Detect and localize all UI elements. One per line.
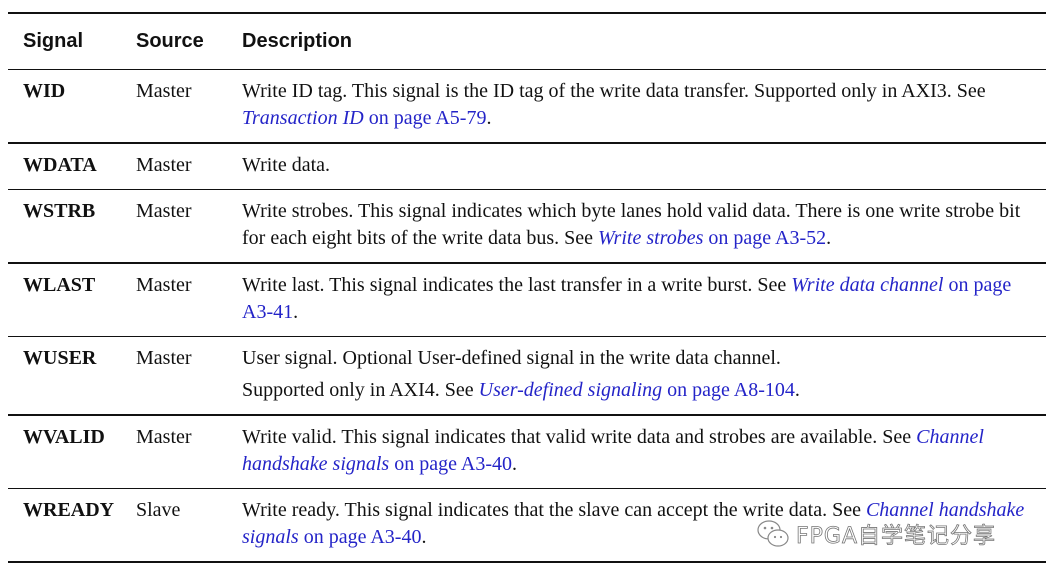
- description-text: Write ID tag. This signal is the ID tag …: [242, 80, 986, 102]
- signal-name: WID: [23, 80, 66, 102]
- description-text: User signal. Optional User-defined signa…: [242, 347, 781, 369]
- table-row: WSTRB Master Write strobes. This signal …: [8, 190, 1046, 262]
- description-text: Write valid. This signal indicates that …: [242, 425, 917, 448]
- cross-reference-link[interactable]: Write strobes on page A3-52: [598, 227, 826, 249]
- description-text: Write last. This signal indicates the la…: [242, 273, 792, 296]
- description-text: .: [421, 526, 427, 548]
- signal-source: Master: [136, 425, 192, 448]
- description-text: .: [293, 300, 299, 323]
- table-row: WLAST Master Write last. This signal ind…: [8, 264, 1046, 336]
- signal-name: WDATA: [23, 153, 97, 176]
- signal-description: Write strobes. This signal indicates whi…: [242, 190, 1046, 262]
- cross-reference-link[interactable]: User-defined signaling on page A8-104: [479, 379, 795, 401]
- cross-reference-link[interactable]: Transaction ID on page A5-79: [242, 107, 486, 129]
- signal-source: Master: [136, 347, 192, 369]
- header-description: Description: [242, 29, 353, 52]
- signal-source: Master: [136, 200, 192, 222]
- signal-description: Write data.: [242, 153, 331, 176]
- signal-name: WVALID: [23, 425, 105, 448]
- signal-description: Write last. This signal indicates the la…: [242, 264, 1046, 336]
- signal-table: Signal Source Description WID Master Wri…: [8, 12, 1046, 563]
- signal-source: Master: [136, 80, 192, 102]
- header-signal: Signal: [23, 29, 84, 52]
- signal-description: Write valid. This signal indicates that …: [242, 416, 1046, 488]
- signal-source: Slave: [136, 499, 181, 521]
- header-source: Source: [136, 29, 204, 52]
- watermark: FPGA自学笔记分享: [756, 518, 996, 550]
- description-text: .: [486, 107, 492, 129]
- table-row: WVALID Master Write valid. This signal i…: [8, 416, 1046, 488]
- description-text: .: [794, 379, 800, 401]
- signal-name: WREADY: [23, 499, 115, 521]
- description-text: .: [511, 452, 517, 475]
- description-text: .: [826, 227, 832, 249]
- signal-source: Master: [136, 153, 192, 176]
- signal-description: Write ID tag. This signal is the ID tag …: [242, 70, 1046, 142]
- signal-description: User signal. Optional User-defined signa…: [242, 337, 1046, 414]
- signal-source: Master: [136, 273, 192, 296]
- wechat-icon: [757, 520, 789, 547]
- description-text: Supported only in AXI4. See: [242, 379, 479, 401]
- signal-name: WLAST: [23, 273, 96, 296]
- table-row: WUSER Master User signal. Optional User-…: [8, 337, 1046, 414]
- signal-name: WSTRB: [23, 200, 96, 222]
- table-row: WDATA Master Write data.: [8, 144, 1046, 189]
- watermark-text: FPGA自学笔记分享: [796, 524, 997, 550]
- table-bottom-rule: [8, 561, 1046, 563]
- signal-name: WUSER: [23, 347, 97, 369]
- table-header: Signal Source Description: [8, 14, 1046, 69]
- table-row: WID Master Write ID tag. This signal is …: [8, 70, 1046, 142]
